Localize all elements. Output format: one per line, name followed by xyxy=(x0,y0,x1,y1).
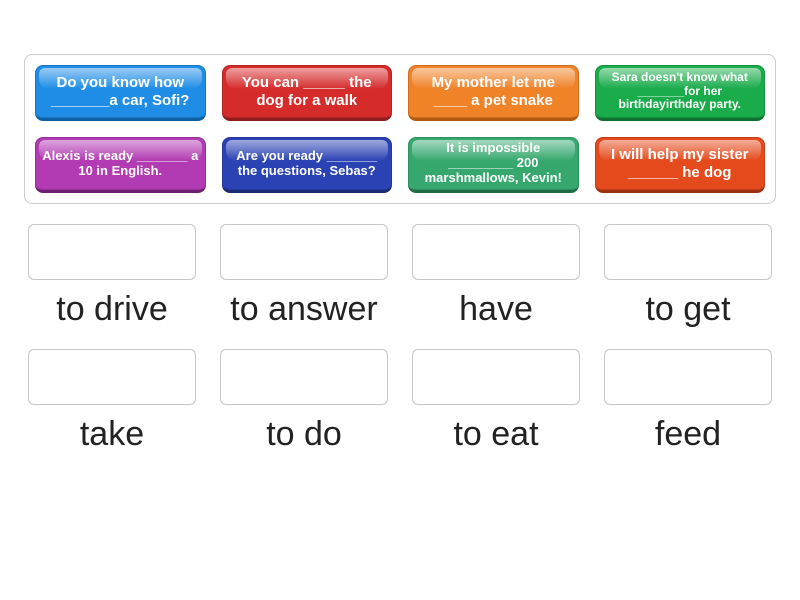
answer-label: feed xyxy=(655,415,721,454)
drop-target[interactable] xyxy=(220,224,388,280)
answer-slot: to do xyxy=(216,349,392,454)
answer-slot: feed xyxy=(600,349,776,454)
answer-label: to eat xyxy=(453,415,538,454)
prompt-tile[interactable]: Alexis is ready _______ a 10 in English. xyxy=(35,137,206,193)
answer-label: to answer xyxy=(230,290,377,329)
answer-label: to drive xyxy=(56,290,168,329)
question-tiles-grid: Do you know how _______a car, Sofi? You … xyxy=(35,65,765,193)
prompt-tile[interactable]: Do you know how _______a car, Sofi? xyxy=(35,65,206,121)
drop-target[interactable] xyxy=(28,224,196,280)
answer-slot: to eat xyxy=(408,349,584,454)
question-tile-panel: Do you know how _______a car, Sofi? You … xyxy=(24,54,776,204)
answer-slot: to answer xyxy=(216,224,392,329)
answer-label: to get xyxy=(645,290,730,329)
prompt-tile[interactable]: I will help my sister ______ he dog xyxy=(595,137,766,193)
drop-target[interactable] xyxy=(412,224,580,280)
prompt-tile[interactable]: My mother let me ____ a pet snake xyxy=(408,65,579,121)
answer-slot: to drive xyxy=(24,224,200,329)
answer-label: to do xyxy=(266,415,342,454)
answer-slot: have xyxy=(408,224,584,329)
prompt-tile[interactable]: Sara doesn't know what _______for her bi… xyxy=(595,65,766,121)
answer-label: take xyxy=(80,415,144,454)
answer-slots-grid: to drive to answer have to get take to d… xyxy=(24,224,776,454)
drop-target[interactable] xyxy=(604,224,772,280)
answer-slot: to get xyxy=(600,224,776,329)
drop-target[interactable] xyxy=(604,349,772,405)
drop-target[interactable] xyxy=(220,349,388,405)
prompt-tile[interactable]: Are you ready _______ the questions, Seb… xyxy=(222,137,393,193)
drop-target[interactable] xyxy=(28,349,196,405)
answer-slot: take xyxy=(24,349,200,454)
prompt-tile[interactable]: You can _____ the dog for a walk xyxy=(222,65,393,121)
drop-target[interactable] xyxy=(412,349,580,405)
answer-label: have xyxy=(459,290,533,329)
prompt-tile[interactable]: It is impossible _________ 200 marshmall… xyxy=(408,137,579,193)
